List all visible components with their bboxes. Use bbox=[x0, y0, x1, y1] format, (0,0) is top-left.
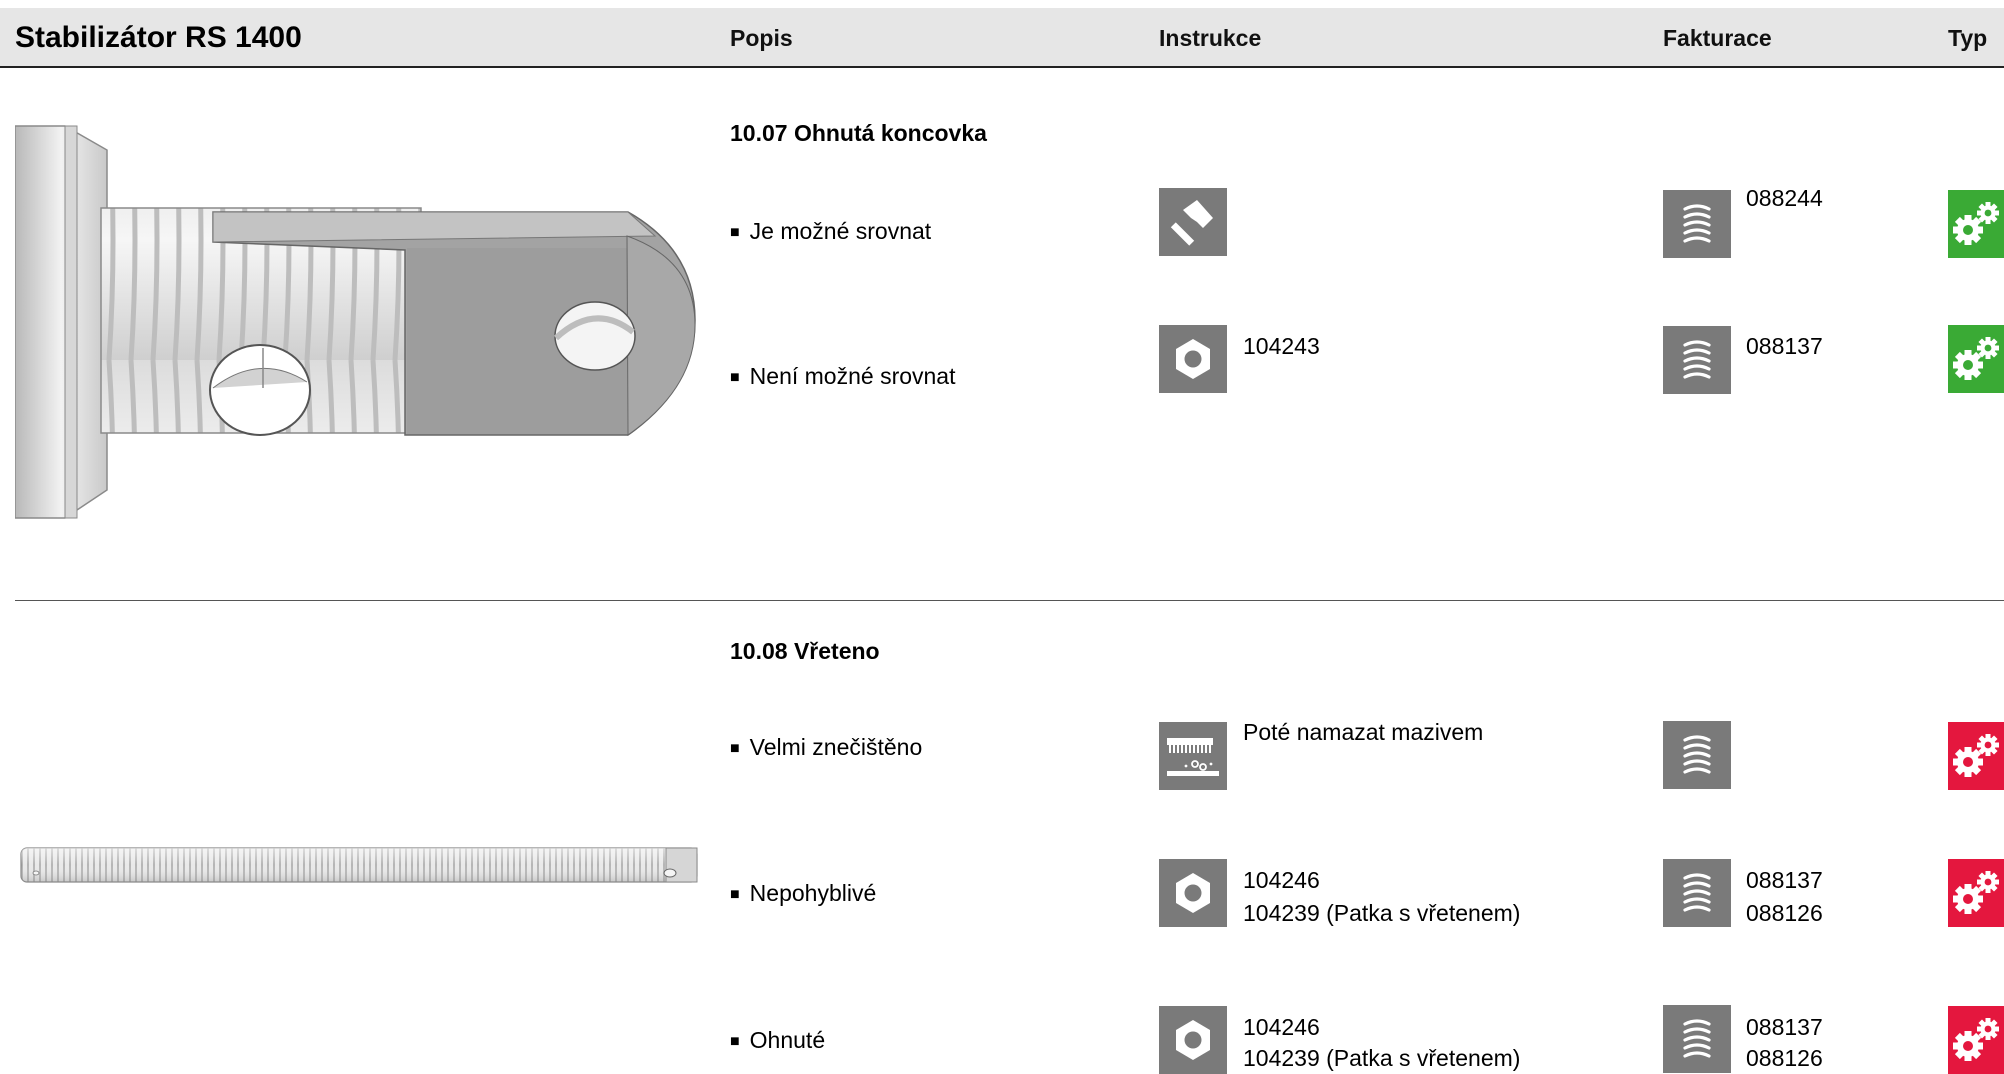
billing-code: 088137 bbox=[1746, 1014, 1823, 1040]
billing-code: 088137 bbox=[1746, 333, 1823, 359]
column-header-typ: Typ bbox=[1948, 25, 1988, 51]
bullet-square-icon: ■ bbox=[730, 1033, 740, 1050]
list-item: ■ Ohnuté bbox=[730, 1027, 825, 1054]
billing-code: 088137 bbox=[1746, 867, 1823, 893]
coil-spring-icon bbox=[1663, 721, 1731, 789]
coil-spring-icon bbox=[1663, 859, 1731, 927]
spindle-image bbox=[20, 847, 698, 883]
coil-spring-icon bbox=[1663, 190, 1731, 258]
hex-nut-icon bbox=[1159, 1006, 1227, 1074]
bent-end-part-image bbox=[15, 125, 696, 519]
column-header-instrukce: Instrukce bbox=[1159, 25, 1262, 51]
item-label: Velmi znečištěno bbox=[749, 734, 923, 760]
gears-icon bbox=[1948, 325, 2004, 393]
list-item: ■ Nepohyblivé bbox=[730, 880, 876, 907]
instruction-code: 104239 (Patka s vřetenem) bbox=[1243, 900, 1521, 926]
section-title: 10.08 Vřeteno bbox=[730, 638, 880, 664]
bullet-square-icon: ■ bbox=[730, 740, 740, 757]
bullet-square-icon: ■ bbox=[730, 886, 740, 903]
bullet-square-icon: ■ bbox=[730, 224, 740, 241]
list-item: ■ Velmi znečištěno bbox=[730, 734, 922, 761]
item-label: Ohnuté bbox=[749, 1027, 826, 1053]
item-label: Nepohyblivé bbox=[749, 880, 877, 906]
list-item: ■ Není možné srovnat bbox=[730, 363, 956, 390]
instruction-note: Poté namazat mazivem bbox=[1243, 719, 1484, 745]
gears-icon bbox=[1948, 859, 2004, 927]
hammer-icon bbox=[1159, 188, 1227, 256]
instruction-code: 104246 bbox=[1243, 867, 1320, 893]
coil-spring-icon bbox=[1663, 326, 1731, 394]
billing-code: 088126 bbox=[1746, 900, 1823, 926]
gears-icon bbox=[1948, 1006, 2004, 1074]
gears-icon bbox=[1948, 722, 2004, 790]
instruction-code: 104239 (Patka s vřetenem) bbox=[1243, 1045, 1521, 1071]
bullet-square-icon: ■ bbox=[730, 369, 740, 386]
item-label: Není možné srovnat bbox=[749, 363, 956, 389]
hex-nut-icon bbox=[1159, 859, 1227, 927]
instruction-code: 104246 bbox=[1243, 1014, 1320, 1040]
billing-code: 088126 bbox=[1746, 1045, 1823, 1071]
grease-brush-icon bbox=[1159, 722, 1227, 790]
instruction-code: 104243 bbox=[1243, 333, 1320, 359]
hex-nut-icon bbox=[1159, 325, 1227, 393]
item-label: Je možné srovnat bbox=[749, 218, 932, 244]
page-title: Stabilizátor RS 1400 bbox=[15, 21, 302, 54]
section-title: 10.07 Ohnutá koncovka bbox=[730, 120, 987, 146]
column-header-popis: Popis bbox=[730, 25, 793, 51]
column-header-fakturace: Fakturace bbox=[1663, 25, 1772, 51]
billing-code: 088244 bbox=[1746, 185, 1823, 211]
list-item: ■ Je možné srovnat bbox=[730, 218, 931, 245]
coil-spring-icon bbox=[1663, 1005, 1731, 1073]
table-header: Stabilizátor RS 1400 Popis Instrukce Fak… bbox=[0, 8, 2004, 68]
section-divider bbox=[15, 600, 2004, 601]
gears-icon bbox=[1948, 190, 2004, 258]
